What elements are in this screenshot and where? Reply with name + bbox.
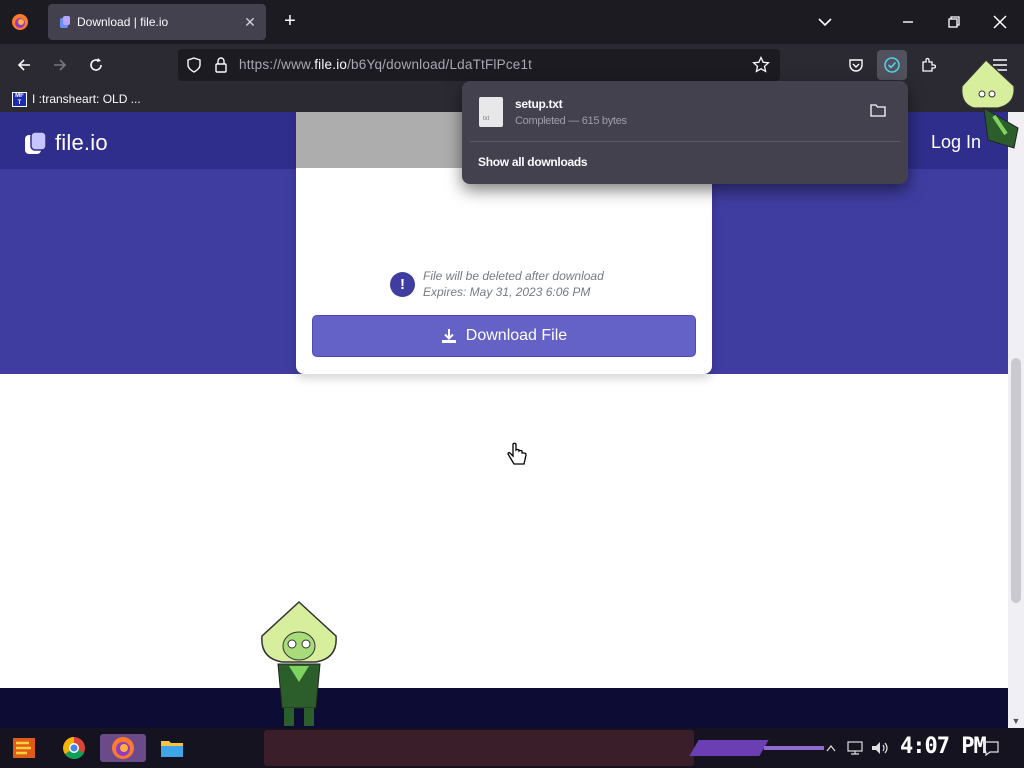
tray-chevron-up-icon[interactable] <box>826 740 836 756</box>
taskbar-clock[interactable]: 4:07 PM <box>900 734 987 759</box>
download-file-name[interactable]: setup.txt <box>515 97 563 111</box>
logo-text: file.io <box>55 130 108 155</box>
taskbar-decoration <box>264 730 694 766</box>
back-arrow-icon[interactable] <box>11 52 37 78</box>
vertical-scrollbar[interactable]: ▼ <box>1008 112 1024 728</box>
tab-strip: Download | file.io ✕ + <box>0 0 1024 44</box>
file-io-favicon-icon <box>60 16 70 28</box>
extensions-icon[interactable] <box>913 50 943 80</box>
taskbar: 4:07 PM <box>0 728 1024 768</box>
open-folder-icon[interactable] <box>870 103 886 117</box>
delete-after-download-text: File will be deleted after download <box>423 269 604 283</box>
restore-icon[interactable] <box>940 8 968 36</box>
notification-icon[interactable] <box>982 740 1000 756</box>
tab-close-icon[interactable]: ✕ <box>240 12 260 32</box>
peridot-character-image <box>261 600 337 726</box>
tab-title: Download | file.io <box>77 15 169 29</box>
expires-text: Expires: May 31, 2023 6:06 PM <box>423 285 591 299</box>
file-io-logo-icon <box>25 131 47 154</box>
lock-icon[interactable] <box>214 57 228 73</box>
site-logo[interactable]: file.io <box>24 130 108 156</box>
firefox-view-icon[interactable] <box>8 10 32 34</box>
panel-divider <box>470 141 900 142</box>
close-window-icon[interactable] <box>986 8 1014 36</box>
download-file-button[interactable]: Download File <box>312 315 696 357</box>
forward-arrow-icon[interactable] <box>47 52 73 78</box>
pocket-icon[interactable] <box>841 50 871 80</box>
show-all-downloads-button[interactable]: Show all downloads <box>478 155 588 169</box>
download-button-label: Download File <box>465 327 568 344</box>
chevron-down-icon[interactable] <box>815 12 835 32</box>
start-button-icon[interactable] <box>10 734 38 762</box>
bookmark-label: I :transheart: OLD ... <box>32 92 141 106</box>
downloads-icon[interactable] <box>877 50 907 80</box>
scrollbar-thumb[interactable] <box>1011 358 1021 603</box>
expiry-notice: ! File will be deleted after download Ex… <box>390 268 604 300</box>
url-text[interactable]: https://www.file.io/b6Yq/download/LdaTtF… <box>239 57 532 72</box>
volume-icon[interactable] <box>870 740 890 756</box>
network-icon[interactable] <box>846 740 864 756</box>
reload-icon[interactable] <box>83 52 109 78</box>
minimize-icon[interactable] <box>894 8 922 36</box>
downloads-panel: setup.txt Completed — 615 bytes Show all… <box>462 81 908 184</box>
download-status: Completed — 615 bytes <box>515 115 627 127</box>
taskbar-accent <box>689 740 769 756</box>
tracking-shield-icon[interactable] <box>186 57 202 73</box>
navigation-toolbar: https://www.file.io/b6Yq/download/LdaTtF… <box>0 44 1024 86</box>
scroll-down-icon[interactable]: ▼ <box>1008 714 1024 728</box>
bookmark-favicon-icon: MF T <box>12 91 27 107</box>
taskbar-accent-line <box>764 746 824 750</box>
firefox-taskbar-icon[interactable] <box>100 734 146 762</box>
address-bar[interactable]: https://www.file.io/b6Yq/download/LdaTtF… <box>178 49 780 81</box>
peridot-corner-image <box>961 59 1019 149</box>
web-page: file.io Log In ! File will be deleted af… <box>0 112 1008 728</box>
file-explorer-icon[interactable] <box>158 734 186 762</box>
text-file-icon <box>479 97 503 127</box>
bookmark-star-icon[interactable] <box>752 56 770 74</box>
hand-cursor-icon <box>507 442 527 465</box>
download-icon <box>441 329 456 343</box>
chrome-icon[interactable] <box>60 734 88 762</box>
tab-active[interactable]: Download | file.io ✕ <box>48 4 266 40</box>
bookmark-item[interactable]: MF T I :transheart: OLD ... <box>12 90 141 108</box>
new-tab-button[interactable]: + <box>278 10 302 34</box>
exclamation-icon: ! <box>390 271 415 297</box>
page-footer <box>0 688 1008 728</box>
